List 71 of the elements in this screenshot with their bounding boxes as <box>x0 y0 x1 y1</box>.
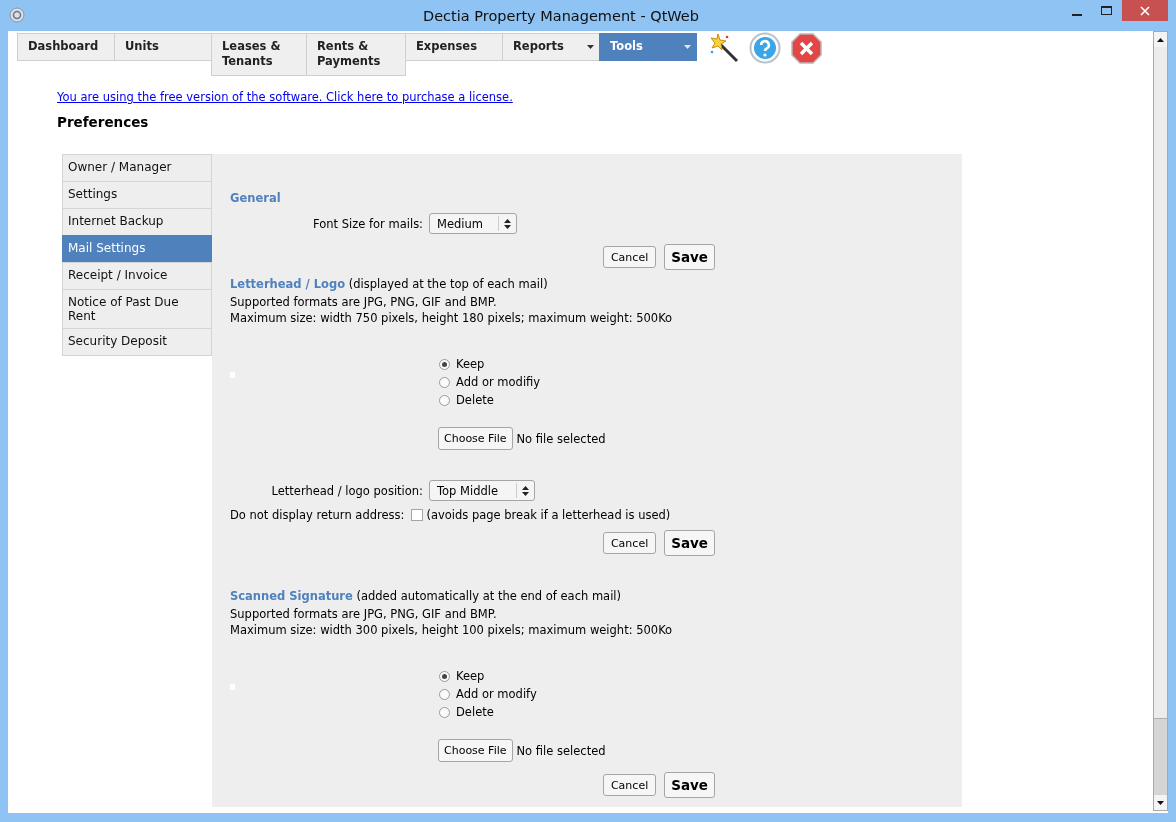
sidebar-item[interactable]: Receipt / Invoice <box>62 262 212 290</box>
info-text: Supported formats are JPG, PNG, GIF and BMP. <box>230 606 498 622</box>
cancel-button[interactable]: Cancel <box>602 246 657 268</box>
save-button[interactable]: Save <box>664 530 715 556</box>
field-label: Letterhead / logo position: <box>270 483 424 498</box>
close-icon <box>1140 5 1150 16</box>
app-icon <box>9 7 25 23</box>
scroll-down-button[interactable] <box>1154 795 1167 810</box>
choose-file-button[interactable]: Choose File <box>438 739 513 762</box>
sidebar-item[interactable]: Mail Settings <box>62 235 212 263</box>
file-status: No file selected <box>516 431 606 446</box>
info-text: Maximum size: width 750 pixels, height 180 pixels; maximum weight: 500Ko <box>230 310 674 326</box>
radio-label: Delete <box>456 705 494 720</box>
choose-file-button[interactable]: Choose File <box>438 427 513 450</box>
license-link[interactable]: You are using the free version of the software. Click here to purchase a license. <box>57 90 513 104</box>
checkbox[interactable] <box>411 509 424 521</box>
maximize-icon <box>1101 6 1113 15</box>
radio-button[interactable] <box>439 671 450 682</box>
dropdown-select[interactable]: Medium <box>429 213 517 234</box>
info-text: Maximum size: width 300 pixels, height 100 pixels; maximum weight: 500Ko <box>230 622 674 638</box>
field-label: Do not display return address: <box>230 508 406 522</box>
info-text: Supported formats are JPG, PNG, GIF and BMP. <box>230 294 498 310</box>
window-title: Dectia Property Management - QtWeb <box>423 7 699 24</box>
scroll-up-button[interactable] <box>1154 32 1167 47</box>
sidebar-item[interactable]: Internet Backup <box>62 208 212 236</box>
radio-button[interactable] <box>439 395 450 406</box>
heading-note: (added automatically at the end of each mail) <box>356 589 622 603</box>
radio-button[interactable] <box>439 689 450 700</box>
help-icon[interactable] <box>749 32 781 64</box>
up-down-arrows-icon <box>504 218 511 229</box>
heading-note: (displayed at the top of each mail) <box>348 277 548 291</box>
caret-icon <box>684 45 691 49</box>
page-title: Preferences <box>57 114 150 130</box>
dropdown-select[interactable]: Top Middle <box>429 480 535 501</box>
sidebar-item[interactable]: Settings <box>62 181 212 209</box>
tab[interactable]: Tools <box>599 33 697 61</box>
section-heading: Letterhead / Logo <box>230 277 346 291</box>
radio-label: Keep <box>456 669 485 684</box>
radio-label: Delete <box>456 393 494 408</box>
cancel-button[interactable]: Cancel <box>602 774 657 796</box>
sidebar-item[interactable]: Security Deposit <box>62 328 212 356</box>
caret-icon <box>587 45 594 49</box>
radio-label: Keep <box>456 357 485 372</box>
section-heading: General <box>230 191 281 205</box>
sidebar-item[interactable]: Owner / Manager <box>62 154 212 182</box>
radio-button[interactable] <box>439 707 450 718</box>
tab[interactable]: Reports <box>502 33 600 61</box>
field-note: (avoids page break if a letterhead is used) <box>426 508 671 522</box>
save-button[interactable]: Save <box>664 244 715 270</box>
close-icon[interactable] <box>791 32 822 64</box>
tab[interactable]: Rents & Payments <box>306 33 406 76</box>
radio-button[interactable] <box>439 359 450 370</box>
magic-wand-icon[interactable] <box>709 33 739 63</box>
scrollbar-thumb[interactable] <box>1154 718 1167 795</box>
tab[interactable]: Dashboard <box>17 33 115 61</box>
tab[interactable]: Expenses <box>405 33 503 61</box>
radio-label: Add or modifiy <box>456 375 541 390</box>
tab[interactable]: Units <box>114 33 212 61</box>
file-status: No file selected <box>516 743 606 758</box>
field-label: Font Size for mails: <box>312 216 424 231</box>
section-heading: Scanned Signature <box>230 589 353 603</box>
up-arrow-icon <box>1157 37 1164 42</box>
up-down-arrows-icon <box>522 485 529 496</box>
cancel-button[interactable]: Cancel <box>602 532 657 554</box>
radio-button[interactable] <box>439 377 450 388</box>
save-button[interactable]: Save <box>664 772 715 798</box>
minimize-icon <box>1072 13 1082 16</box>
down-arrow-icon <box>1157 800 1164 805</box>
sidebar-item[interactable]: Notice of Past Due Rent <box>62 289 212 329</box>
tab[interactable]: Leases & Tenants <box>211 33 307 76</box>
radio-label: Add or modify <box>456 687 537 702</box>
